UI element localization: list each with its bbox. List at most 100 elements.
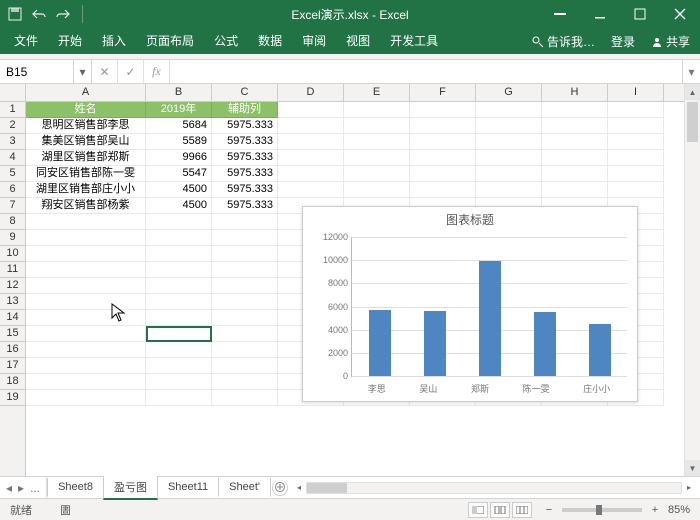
cell[interactable]: 同安区销售部陈一雯 bbox=[26, 166, 146, 182]
cell[interactable] bbox=[212, 246, 278, 262]
cell[interactable]: 5975.333 bbox=[212, 118, 278, 134]
maximize-icon[interactable] bbox=[620, 0, 660, 28]
cell[interactable] bbox=[146, 294, 212, 310]
column-header[interactable]: D bbox=[278, 84, 344, 101]
cancel-formula-icon[interactable]: ✕ bbox=[92, 60, 118, 83]
cell[interactable] bbox=[212, 358, 278, 374]
row-header[interactable]: 19 bbox=[0, 390, 25, 406]
row-header[interactable]: 1 bbox=[0, 102, 25, 118]
account-signin[interactable]: 登录 bbox=[605, 29, 641, 54]
cell[interactable] bbox=[278, 166, 344, 182]
row-header[interactable]: 17 bbox=[0, 358, 25, 374]
scroll-right-icon[interactable]: ▸ bbox=[682, 481, 696, 495]
cell[interactable] bbox=[542, 166, 608, 182]
scroll-left-icon[interactable]: ◂ bbox=[292, 481, 306, 495]
chart-bar[interactable] bbox=[369, 310, 391, 376]
vertical-scroll-thumb[interactable] bbox=[687, 102, 698, 142]
cell[interactable] bbox=[542, 102, 608, 118]
column-header[interactable]: A bbox=[26, 84, 146, 101]
page-break-view-icon[interactable] bbox=[512, 502, 532, 518]
cell[interactable] bbox=[146, 278, 212, 294]
cell[interactable] bbox=[26, 246, 146, 262]
cell[interactable] bbox=[410, 150, 476, 166]
minimize-icon[interactable] bbox=[580, 0, 620, 28]
cell[interactable]: 5975.333 bbox=[212, 198, 278, 214]
name-box[interactable]: B15 bbox=[0, 60, 74, 83]
undo-icon[interactable] bbox=[30, 5, 48, 23]
cell[interactable]: 5975.333 bbox=[212, 166, 278, 182]
cell[interactable] bbox=[26, 326, 146, 342]
cell[interactable]: 姓名 bbox=[26, 102, 146, 118]
cell[interactable] bbox=[344, 166, 410, 182]
select-all-triangle[interactable] bbox=[0, 84, 26, 101]
row-header[interactable]: 2 bbox=[0, 118, 25, 134]
cell[interactable] bbox=[476, 102, 542, 118]
row-header[interactable]: 18 bbox=[0, 374, 25, 390]
save-icon[interactable] bbox=[6, 5, 24, 23]
tell-me[interactable]: 告诉我… bbox=[526, 29, 601, 54]
cell[interactable] bbox=[344, 118, 410, 134]
cell[interactable]: 5975.333 bbox=[212, 134, 278, 150]
row-header[interactable]: 6 bbox=[0, 182, 25, 198]
close-icon[interactable] bbox=[660, 0, 700, 28]
cell[interactable] bbox=[26, 310, 146, 326]
chart-bar[interactable] bbox=[534, 312, 556, 376]
cell[interactable]: 集美区销售部吴山 bbox=[26, 134, 146, 150]
cell[interactable] bbox=[212, 374, 278, 390]
add-sheet-icon[interactable] bbox=[272, 480, 288, 496]
cell[interactable] bbox=[344, 102, 410, 118]
cell[interactable] bbox=[26, 390, 146, 406]
name-box-dropdown-icon[interactable]: ▾ bbox=[74, 60, 92, 83]
cell[interactable] bbox=[344, 182, 410, 198]
cell[interactable] bbox=[410, 182, 476, 198]
cell[interactable] bbox=[212, 326, 278, 342]
cell[interactable]: 5684 bbox=[146, 118, 212, 134]
horizontal-scroll-thumb[interactable] bbox=[307, 483, 347, 493]
redo-icon[interactable] bbox=[54, 5, 72, 23]
column-header[interactable]: G bbox=[476, 84, 542, 101]
cell[interactable] bbox=[542, 118, 608, 134]
cell[interactable] bbox=[146, 342, 212, 358]
row-header[interactable]: 13 bbox=[0, 294, 25, 310]
row-header[interactable]: 5 bbox=[0, 166, 25, 182]
row-header[interactable]: 14 bbox=[0, 310, 25, 326]
cell[interactable] bbox=[278, 134, 344, 150]
row-header[interactable]: 15 bbox=[0, 326, 25, 342]
zoom-percent[interactable]: 85% bbox=[668, 504, 690, 516]
vertical-scrollbar[interactable]: ▲ ▼ bbox=[684, 84, 700, 476]
cell[interactable] bbox=[278, 102, 344, 118]
cell[interactable] bbox=[476, 166, 542, 182]
cell[interactable] bbox=[212, 262, 278, 278]
cell[interactable] bbox=[542, 150, 608, 166]
cell[interactable] bbox=[146, 374, 212, 390]
cell[interactable]: 辅助列 bbox=[212, 102, 278, 118]
cell[interactable] bbox=[608, 118, 664, 134]
tab-home[interactable]: 开始 bbox=[48, 28, 92, 54]
cell[interactable] bbox=[212, 230, 278, 246]
column-header[interactable]: I bbox=[608, 84, 664, 101]
enter-formula-icon[interactable]: ✓ bbox=[118, 60, 144, 83]
cell[interactable] bbox=[542, 134, 608, 150]
cell[interactable] bbox=[146, 230, 212, 246]
tab-nav-next-icon[interactable]: ▸ bbox=[18, 481, 24, 495]
column-header[interactable]: C bbox=[212, 84, 278, 101]
cell[interactable]: 翔安区销售部杨紫 bbox=[26, 198, 146, 214]
page-layout-view-icon[interactable] bbox=[490, 502, 510, 518]
sheet-tab[interactable]: Sheet' bbox=[218, 478, 271, 497]
cell[interactable] bbox=[410, 134, 476, 150]
cell[interactable] bbox=[608, 166, 664, 182]
row-header[interactable]: 10 bbox=[0, 246, 25, 262]
cell[interactable] bbox=[26, 278, 146, 294]
formula-expand-icon[interactable]: ▾ bbox=[682, 60, 700, 83]
cell[interactable] bbox=[26, 262, 146, 278]
cell[interactable] bbox=[26, 358, 146, 374]
zoom-out-icon[interactable]: − bbox=[542, 504, 556, 516]
zoom-slider[interactable] bbox=[562, 508, 642, 512]
cell[interactable] bbox=[278, 150, 344, 166]
cell[interactable]: 4500 bbox=[146, 198, 212, 214]
cell[interactable]: 5589 bbox=[146, 134, 212, 150]
cell[interactable] bbox=[146, 214, 212, 230]
tab-data[interactable]: 数据 bbox=[248, 28, 292, 54]
cell[interactable] bbox=[146, 326, 212, 342]
row-header[interactable]: 16 bbox=[0, 342, 25, 358]
